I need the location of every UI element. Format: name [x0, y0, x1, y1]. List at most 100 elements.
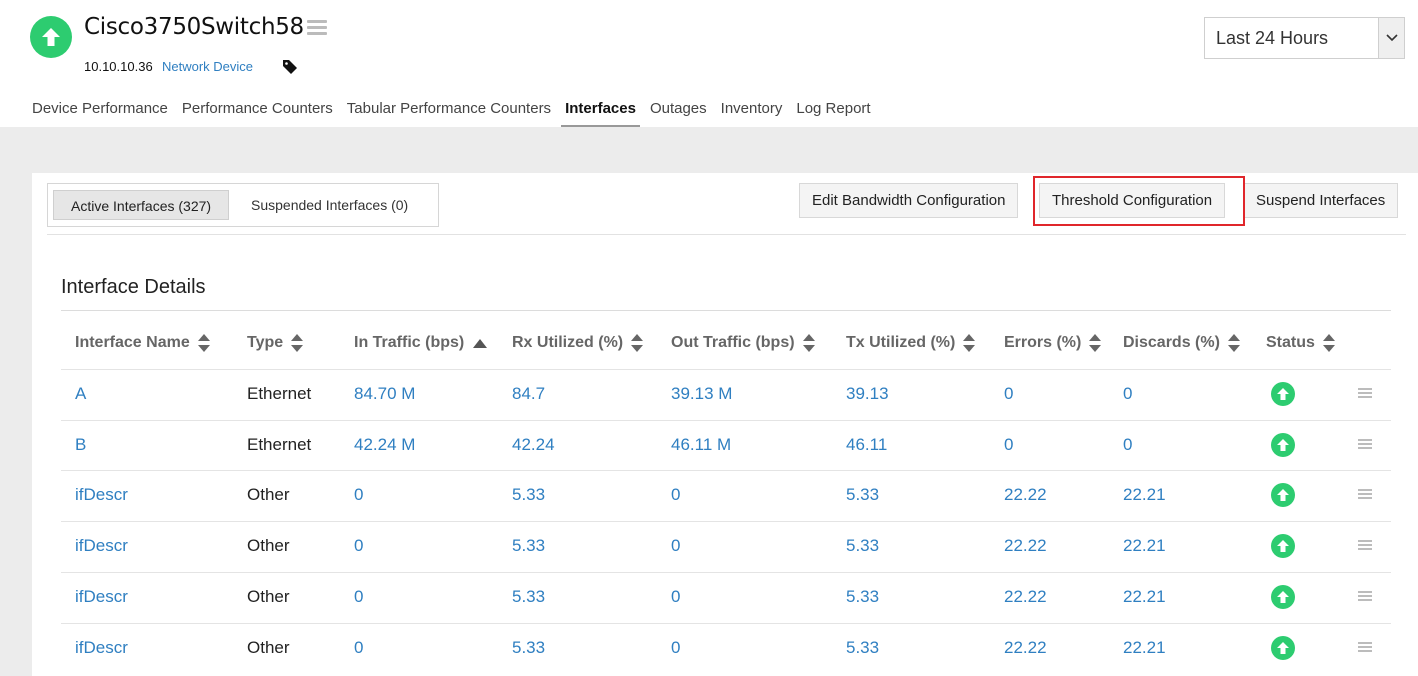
interface-name-link[interactable]: ifDescr	[75, 638, 128, 658]
row-menu-icon[interactable]	[1358, 388, 1372, 399]
tab-performance-counters[interactable]: Performance Counters	[182, 98, 333, 128]
interface-name-link[interactable]: ifDescr	[75, 485, 128, 505]
column-header-tx-utilized[interactable]: Tx Utilized (%)	[846, 334, 976, 352]
table-row: ifDescr Other 0 5.33 0 5.33 22.22 22.21	[61, 572, 1391, 623]
tx-utilized-value[interactable]: 5.33	[846, 485, 879, 505]
errors-value[interactable]: 22.22	[1004, 485, 1047, 505]
tx-utilized-value[interactable]: 5.33	[846, 638, 879, 658]
divider	[47, 234, 1406, 235]
interface-name-link[interactable]: B	[75, 435, 86, 455]
tab-active-interfaces[interactable]: Active Interfaces (327)	[53, 190, 230, 220]
errors-value[interactable]: 22.22	[1004, 587, 1047, 607]
column-header-label: Status	[1266, 334, 1315, 351]
out-traffic-value[interactable]: 0	[671, 638, 680, 658]
out-traffic-value[interactable]: 0	[671, 587, 680, 607]
in-traffic-value[interactable]: 0	[354, 638, 363, 658]
sort-icon[interactable]	[1227, 334, 1240, 352]
rx-utilized-value[interactable]: 42.24	[512, 435, 555, 455]
tab-log-report[interactable]: Log Report	[796, 98, 870, 128]
status-up-icon	[1271, 636, 1295, 660]
in-traffic-value[interactable]: 42.24 M	[354, 435, 415, 455]
discards-value[interactable]: 0	[1123, 435, 1132, 455]
discards-value[interactable]: 22.21	[1123, 485, 1166, 505]
row-menu-icon[interactable]	[1358, 439, 1372, 450]
column-header-errors[interactable]: Errors (%)	[1004, 334, 1102, 352]
rx-utilized-value[interactable]: 5.33	[512, 587, 545, 607]
rx-utilized-value[interactable]: 5.33	[512, 536, 545, 556]
status-up-icon	[1271, 534, 1295, 558]
tab-tabular-performance-counters[interactable]: Tabular Performance Counters	[347, 98, 551, 128]
column-header-label: Errors (%)	[1004, 334, 1082, 351]
discards-value[interactable]: 0	[1123, 384, 1132, 404]
sort-icon[interactable]	[1322, 334, 1335, 352]
tab-interfaces[interactable]: Interfaces	[561, 98, 640, 128]
row-menu-icon[interactable]	[1358, 591, 1372, 602]
device-type-link[interactable]: Network Device	[162, 59, 253, 74]
discards-value[interactable]: 22.21	[1123, 587, 1166, 607]
column-header-label: Tx Utilized (%)	[846, 334, 956, 351]
column-header-in-traffic[interactable]: In Traffic (bps)	[354, 334, 488, 352]
divider	[61, 310, 1391, 311]
sort-icon[interactable]	[1089, 334, 1102, 352]
interface-name-link[interactable]: A	[75, 384, 86, 404]
status-up-icon	[1271, 483, 1295, 507]
row-menu-icon[interactable]	[1358, 540, 1372, 551]
out-traffic-value[interactable]: 39.13 M	[671, 384, 732, 404]
tx-utilized-value[interactable]: 39.13	[846, 384, 889, 404]
in-traffic-value[interactable]: 0	[354, 587, 363, 607]
tx-utilized-value[interactable]: 5.33	[846, 536, 879, 556]
sort-icon[interactable]	[197, 334, 210, 352]
errors-value[interactable]: 22.22	[1004, 536, 1047, 556]
chevron-down-icon[interactable]	[1378, 18, 1404, 58]
sort-icon[interactable]	[631, 334, 644, 352]
interface-type: Other	[247, 536, 290, 555]
edit-bandwidth-configuration-button[interactable]: Edit Bandwidth Configuration	[799, 183, 1019, 218]
column-header-discards[interactable]: Discards (%)	[1123, 334, 1240, 352]
row-menu-icon[interactable]	[1358, 642, 1372, 653]
column-header-type[interactable]: Type	[247, 334, 304, 352]
tab-suspended-interfaces[interactable]: Suspended Interfaces (0)	[234, 190, 425, 220]
discards-value[interactable]: 22.21	[1123, 536, 1166, 556]
errors-value[interactable]: 0	[1004, 384, 1013, 404]
column-header-label: Rx Utilized (%)	[512, 334, 624, 351]
tag-icon[interactable]	[282, 59, 298, 75]
interface-name-link[interactable]: ifDescr	[75, 587, 128, 607]
out-traffic-value[interactable]: 0	[671, 536, 680, 556]
sort-ascending-icon[interactable]	[473, 338, 488, 348]
out-traffic-value[interactable]: 46.11 M	[671, 435, 731, 455]
rx-utilized-value[interactable]: 84.7	[512, 384, 545, 404]
out-traffic-value[interactable]: 0	[671, 485, 680, 505]
column-header-interface-name[interactable]: Interface Name	[75, 334, 210, 352]
tab-inventory[interactable]: Inventory	[721, 98, 783, 128]
errors-value[interactable]: 22.22	[1004, 638, 1047, 658]
discards-value[interactable]: 22.21	[1123, 638, 1166, 658]
tx-utilized-value[interactable]: 5.33	[846, 587, 879, 607]
column-header-label: Discards (%)	[1123, 334, 1220, 351]
tab-outages[interactable]: Outages	[650, 98, 707, 128]
column-header-out-traffic[interactable]: Out Traffic (bps)	[671, 334, 815, 352]
interface-name-link[interactable]: ifDescr	[75, 536, 128, 556]
tx-utilized-value[interactable]: 46.11	[846, 435, 887, 455]
tab-device-performance[interactable]: Device Performance	[32, 98, 168, 128]
in-traffic-value[interactable]: 0	[354, 536, 363, 556]
column-header-status[interactable]: Status	[1266, 334, 1335, 352]
time-range-value: Last 24 Hours	[1216, 28, 1329, 48]
table-row: A Ethernet 84.70 M 84.7 39.13 M 39.13 0 …	[61, 369, 1391, 420]
time-range-select[interactable]: Last 24 Hours	[1204, 17, 1405, 59]
sort-icon[interactable]	[963, 334, 976, 352]
status-up-icon	[1271, 585, 1295, 609]
in-traffic-value[interactable]: 84.70 M	[354, 384, 415, 404]
sort-icon[interactable]	[291, 334, 304, 352]
sort-icon[interactable]	[802, 334, 815, 352]
rx-utilized-value[interactable]: 5.33	[512, 638, 545, 658]
status-up-icon	[1271, 382, 1295, 406]
in-traffic-value[interactable]: 0	[354, 485, 363, 505]
interface-type: Other	[247, 638, 290, 657]
rx-utilized-value[interactable]: 5.33	[512, 485, 545, 505]
device-ip: 10.10.10.36	[84, 59, 153, 74]
errors-value[interactable]: 0	[1004, 435, 1013, 455]
suspend-interfaces-button[interactable]: Suspend Interfaces	[1243, 183, 1399, 218]
row-menu-icon[interactable]	[1358, 489, 1372, 500]
column-header-rx-utilized[interactable]: Rx Utilized (%)	[512, 334, 644, 352]
hamburger-menu-icon[interactable]	[307, 20, 327, 36]
